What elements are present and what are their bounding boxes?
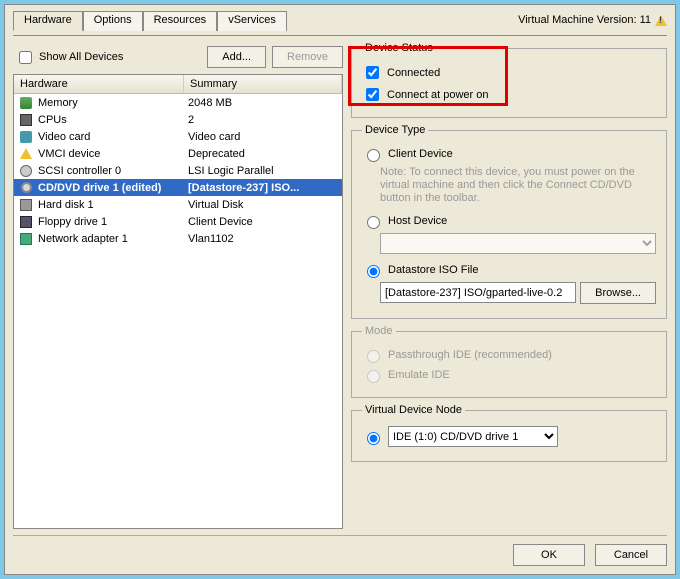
vm-version: Virtual Machine Version: 11 xyxy=(518,14,667,26)
hw-row[interactable]: CPUs2 xyxy=(14,111,342,128)
host-device-combo xyxy=(380,233,656,254)
hw-name: CD/DVD drive 1 (edited) xyxy=(38,182,188,194)
ico-floppy-icon xyxy=(20,216,32,228)
connected-label: Connected xyxy=(387,67,440,79)
datastore-iso-radio[interactable] xyxy=(367,265,380,278)
ico-mem-icon xyxy=(20,97,32,109)
connected-checkbox[interactable] xyxy=(366,66,379,79)
tab-resources[interactable]: Resources xyxy=(143,11,218,31)
hw-summary: Deprecated xyxy=(188,148,338,160)
mode-legend: Mode xyxy=(362,325,396,337)
hw-row[interactable]: Memory2048 MB xyxy=(14,94,342,111)
show-all-devices-checkbox[interactable] xyxy=(19,51,32,64)
add-button[interactable]: Add... xyxy=(207,46,266,68)
ico-nic-icon xyxy=(20,233,32,245)
hw-name: Floppy drive 1 xyxy=(38,216,188,228)
client-device-note: Note: To connect this device, you must p… xyxy=(380,166,656,205)
tab-vservices[interactable]: vServices xyxy=(217,11,287,31)
tabs: Hardware Options Resources vServices xyxy=(13,10,287,30)
hardware-table: Hardware Summary Memory2048 MBCPUs2Video… xyxy=(13,74,343,529)
hw-row[interactable]: SCSI controller 0LSI Logic Parallel xyxy=(14,162,342,179)
hw-summary: 2048 MB xyxy=(188,97,338,109)
client-device-radio[interactable] xyxy=(367,149,380,162)
host-device-radio[interactable] xyxy=(367,216,380,229)
hw-summary: [Datastore-237] ISO... xyxy=(188,182,338,194)
connect-power-on-checkbox[interactable] xyxy=(366,88,379,101)
hw-summary: 2 xyxy=(188,114,338,126)
col-summary[interactable]: Summary xyxy=(184,75,342,93)
hw-summary: Vlan1102 xyxy=(188,233,338,245)
ico-video-icon xyxy=(20,131,32,143)
warning-icon xyxy=(655,15,667,26)
mode-group: Mode Passthrough IDE (recommended) Emula… xyxy=(351,325,667,398)
device-status-legend: Device Status xyxy=(362,42,436,54)
hw-summary: LSI Logic Parallel xyxy=(188,165,338,177)
hw-name: Video card xyxy=(38,131,188,143)
hw-name: Hard disk 1 xyxy=(38,199,188,211)
vdn-legend: Virtual Device Node xyxy=(362,404,465,416)
emulate-radio xyxy=(367,370,380,383)
passthrough-radio xyxy=(367,350,380,363)
browse-button[interactable]: Browse... xyxy=(580,282,656,304)
virtual-device-node-group: Virtual Device Node IDE (1:0) CD/DVD dri… xyxy=(351,404,667,462)
hw-name: CPUs xyxy=(38,114,188,126)
device-type-legend: Device Type xyxy=(362,124,428,136)
hw-summary: Virtual Disk xyxy=(188,199,338,211)
ico-cpu-icon xyxy=(20,114,32,126)
vdn-radio[interactable] xyxy=(367,432,380,445)
hw-row[interactable]: Network adapter 1Vlan1102 xyxy=(14,230,342,247)
remove-button: Remove xyxy=(272,46,343,68)
hw-row[interactable]: VMCI deviceDeprecated xyxy=(14,145,342,162)
ok-button[interactable]: OK xyxy=(513,544,585,566)
iso-path-input[interactable] xyxy=(380,282,576,303)
show-all-devices[interactable]: Show All Devices xyxy=(15,48,123,67)
ico-scsi-icon xyxy=(20,165,32,177)
emulate-label: Emulate IDE xyxy=(388,369,450,381)
hw-name: VMCI device xyxy=(38,148,188,160)
show-all-devices-label: Show All Devices xyxy=(39,51,123,63)
datastore-iso-label: Datastore ISO File xyxy=(388,264,478,276)
vm-version-label: Virtual Machine Version: 11 xyxy=(518,14,651,26)
ico-cd-icon xyxy=(21,182,32,193)
device-type-group: Device Type Client Device Note: To conne… xyxy=(351,124,667,319)
passthrough-label: Passthrough IDE (recommended) xyxy=(388,349,552,361)
hw-summary: Client Device xyxy=(188,216,338,228)
tab-hardware[interactable]: Hardware xyxy=(13,11,83,31)
hw-name: SCSI controller 0 xyxy=(38,165,188,177)
hw-row[interactable]: Hard disk 1Virtual Disk xyxy=(14,196,342,213)
device-status-group: Device Status Connected Connect at power… xyxy=(351,42,667,118)
hw-row[interactable]: Video cardVideo card xyxy=(14,128,342,145)
cancel-button[interactable]: Cancel xyxy=(595,544,667,566)
vdn-combo[interactable]: IDE (1:0) CD/DVD drive 1 xyxy=(388,426,558,447)
hw-summary: Video card xyxy=(188,131,338,143)
ico-hd-icon xyxy=(20,199,32,211)
vm-settings-window: Hardware Options Resources vServices Vir… xyxy=(4,4,676,575)
col-hardware[interactable]: Hardware xyxy=(14,75,184,93)
host-device-label: Host Device xyxy=(388,215,447,227)
connect-power-on-label: Connect at power on xyxy=(387,89,489,101)
ico-vmci-icon xyxy=(20,148,32,159)
client-device-label: Client Device xyxy=(388,148,453,160)
hw-row[interactable]: Floppy drive 1Client Device xyxy=(14,213,342,230)
tab-options[interactable]: Options xyxy=(83,11,143,31)
hw-row[interactable]: CD/DVD drive 1 (edited)[Datastore-237] I… xyxy=(14,179,342,196)
hw-name: Memory xyxy=(38,97,188,109)
hw-name: Network adapter 1 xyxy=(38,233,188,245)
